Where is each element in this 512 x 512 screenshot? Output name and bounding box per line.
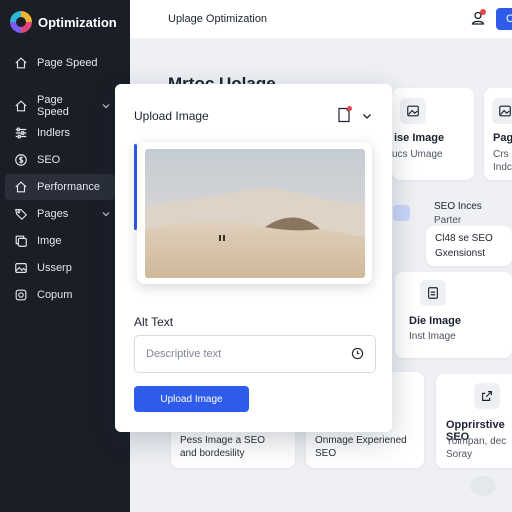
alt-text-label: Alt Text: [134, 315, 174, 329]
copy-icon: [15, 235, 27, 247]
seo-line: Cl48 se SEO: [435, 233, 493, 244]
sidebar-item-performance[interactable]: Performance: [5, 174, 115, 200]
tag-icon: [15, 209, 28, 221]
upload-image-modal: Upload Image Alt Text Descriptive text U…: [115, 84, 392, 432]
share-icon: [474, 383, 500, 409]
sidebar-item-seo[interactable]: SEO: [5, 147, 115, 173]
image-icon: [492, 98, 512, 124]
chevron-down-icon: [102, 104, 110, 109]
sidebar-item-imge[interactable]: Imge: [5, 228, 115, 254]
card-title: ise Image: [394, 132, 445, 144]
card-subtitle: Crs: [493, 149, 509, 160]
chevron-down-icon[interactable]: [361, 110, 373, 122]
modal-title: Upload Image: [134, 109, 209, 123]
seo-info-card: Cl48 se SEO Gxensionst: [426, 226, 512, 266]
alt-text-input[interactable]: [134, 335, 376, 373]
brand[interactable]: Optimization: [10, 11, 117, 33]
top-action-button[interactable]: C: [496, 8, 512, 30]
sidebar-item-page-speed[interactable]: Page Speed: [5, 93, 115, 119]
brand-title: Optimization: [38, 14, 117, 30]
brand-logo: [10, 11, 32, 33]
background-card-die-image[interactable]: Die Image Inst Image: [395, 272, 512, 358]
background-card-ise-image[interactable]: ise Image ucs Umage: [392, 88, 474, 180]
sidebar-item-label: Pages: [37, 208, 69, 220]
image-icon: [400, 98, 426, 124]
sidebar-item-label: Usserp: [37, 262, 72, 274]
card-line: Onmage Experiened: [315, 435, 407, 446]
sidebar-item-pages[interactable]: Pages: [5, 201, 115, 227]
sidebar: Optimization Page Speed Page Speed Indle…: [0, 0, 130, 512]
card-subtitle: Soray: [446, 449, 473, 460]
home-icon: [15, 100, 27, 112]
page-title: Uplage Optimization: [168, 13, 268, 25]
dollar-icon: [15, 154, 27, 166]
card-subtitle: Yoimpan, dec: [446, 436, 507, 447]
help-icon[interactable]: [470, 476, 496, 496]
card-subtitle: ucs Umage: [392, 149, 443, 160]
background-card-opprirstive[interactable]: Opprirstive SEO Yoimpan, dec Soray: [436, 374, 512, 468]
sidebar-item-label: Performance: [37, 181, 100, 193]
card-line: SEO: [315, 448, 337, 459]
topbar: Uplage Optimization: [130, 0, 512, 38]
camera-icon: [15, 289, 27, 301]
card-subtitle: Inst Image: [409, 331, 456, 342]
clock-icon[interactable]: [351, 347, 364, 360]
sliders-icon: [15, 127, 27, 139]
card-line: Pess Image a SEO: [180, 435, 266, 446]
sidebar-item-page-speed-top[interactable]: Page Speed: [5, 50, 115, 76]
home-icon: [15, 181, 27, 193]
seo-title: SEO Inces: [434, 201, 482, 212]
card-title: Die Image: [409, 315, 461, 327]
upload-image-button[interactable]: Upload Image: [134, 386, 249, 412]
card-line: and bordesility: [180, 448, 245, 459]
sidebar-item-label: Page Speed: [37, 94, 69, 118]
image-preview: [145, 149, 365, 278]
sidebar-item-label: Copum: [37, 289, 73, 301]
search-icon[interactable]: [393, 205, 410, 221]
sidebar-item-label: Imge: [37, 235, 62, 247]
sidebar-item-copum[interactable]: Copum: [5, 282, 115, 308]
sidebar-item-usserp[interactable]: Usserp: [5, 255, 115, 281]
image-preview-card[interactable]: [137, 142, 372, 284]
notification-dot: [480, 9, 486, 15]
card-title: Pag: [493, 132, 512, 144]
card-subtitle: Indc: [493, 162, 512, 173]
chevron-down-icon: [102, 212, 110, 217]
sidebar-item-indlers[interactable]: Indlers: [5, 120, 115, 146]
seo-line: Gxensionst: [435, 248, 486, 259]
sidebar-item-label: Page Speed: [37, 57, 98, 69]
sidebar-item-label: SEO: [37, 154, 61, 166]
seo-subtitle: Parter: [434, 215, 462, 226]
sidebar-item-label: Indlers: [37, 127, 71, 139]
file-image-icon: [420, 280, 446, 306]
background-card-pag[interactable]: Pag Crs Indc: [484, 88, 512, 180]
notification-dot: [347, 106, 352, 111]
image-icon: [15, 263, 27, 273]
home-icon: [15, 57, 27, 69]
